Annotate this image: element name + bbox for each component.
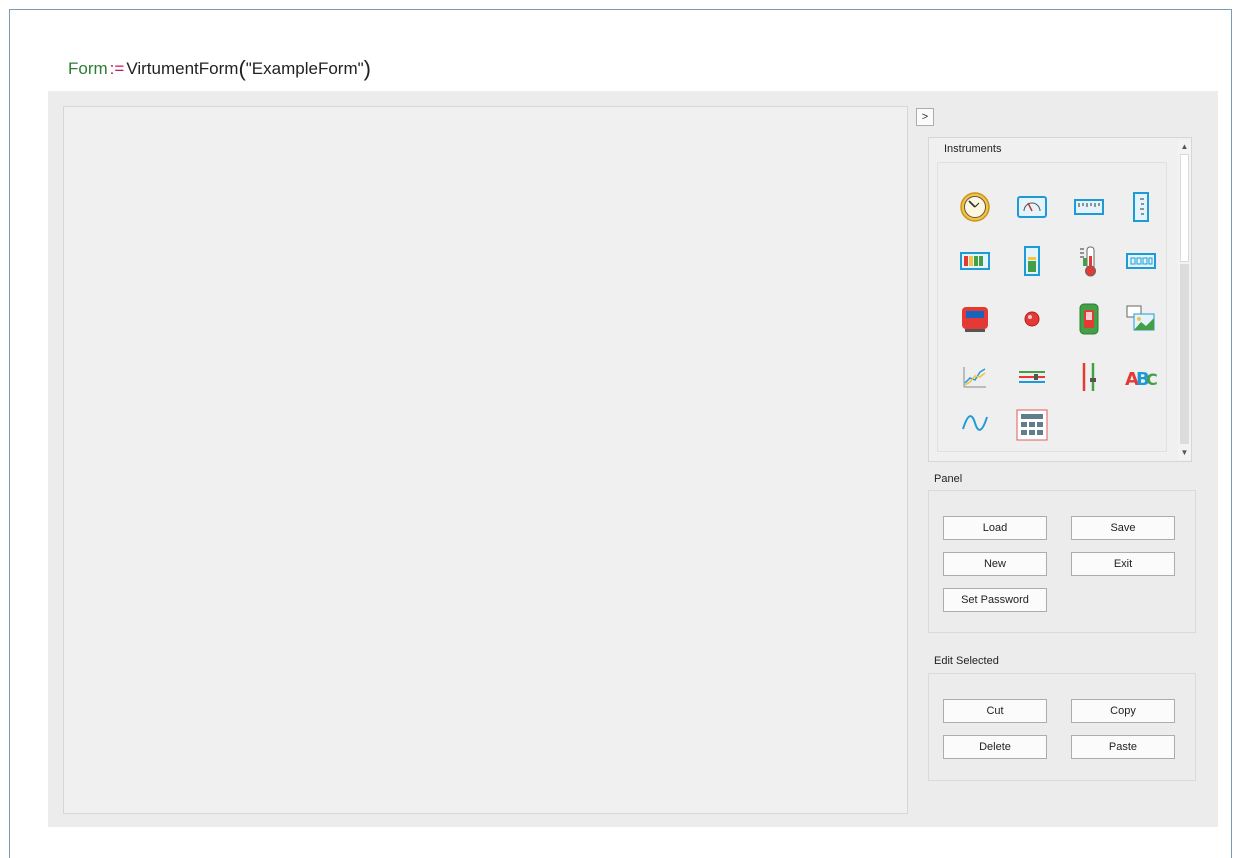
thermometer-icon[interactable] xyxy=(1072,244,1106,278)
table-grid-icon[interactable] xyxy=(1015,408,1049,442)
exit-button[interactable]: Exit xyxy=(1071,552,1175,576)
edit-selected-group-title: Edit Selected xyxy=(934,655,999,667)
code-close-paren: ) xyxy=(363,56,371,81)
digital-display-icon[interactable] xyxy=(1124,244,1158,278)
code-open-paren: ( xyxy=(238,56,246,81)
code-function: VirtumentForm xyxy=(126,59,239,78)
waveform-icon[interactable] xyxy=(958,406,992,440)
svg-text:C: C xyxy=(1146,370,1158,389)
analog-meter-icon[interactable] xyxy=(1015,190,1049,224)
load-button[interactable]: Load xyxy=(943,516,1047,540)
toggle-panel-button[interactable]: > xyxy=(916,108,934,126)
scroll-track xyxy=(1180,264,1189,444)
scroll-up-icon[interactable]: ▲ xyxy=(1178,140,1191,152)
tank-level-icon[interactable] xyxy=(1015,244,1049,278)
panel-group-title: Panel xyxy=(934,473,963,485)
edit-selected-group-box xyxy=(928,673,1196,781)
text-label-icon[interactable]: A B C xyxy=(1124,360,1158,394)
switch-icon[interactable] xyxy=(1072,302,1106,336)
instruments-scrollbar[interactable]: ▲ ▼ xyxy=(1178,140,1191,460)
code-argument: "ExampleForm" xyxy=(245,59,364,78)
chart-icon[interactable] xyxy=(958,360,992,394)
new-button[interactable]: New xyxy=(943,552,1047,576)
form-canvas[interactable] xyxy=(63,106,908,814)
instruments-title: Instruments xyxy=(944,143,1002,155)
scroll-down-icon[interactable]: ▼ xyxy=(1178,446,1191,458)
red-device-icon[interactable] xyxy=(958,302,992,336)
code-variable: Form xyxy=(68,59,108,78)
code-expression: Form := VirtumentForm ( "ExampleForm" ) xyxy=(68,58,371,80)
code-assign-operator: := xyxy=(109,59,125,78)
paste-button[interactable]: Paste xyxy=(1071,735,1175,759)
vertical-scale-icon[interactable] xyxy=(1124,190,1158,224)
vertical-slider-icon[interactable] xyxy=(1072,360,1106,394)
image-icon[interactable] xyxy=(1124,302,1158,336)
horizontal-slider-icon[interactable] xyxy=(1015,360,1049,394)
copy-button[interactable]: Copy xyxy=(1071,699,1175,723)
red-led-icon[interactable] xyxy=(1015,302,1049,336)
scroll-thumb[interactable] xyxy=(1180,154,1189,262)
bar-graph-icon[interactable] xyxy=(958,244,992,278)
linear-scale-icon[interactable] xyxy=(1072,190,1106,224)
save-button[interactable]: Save xyxy=(1071,516,1175,540)
cut-button[interactable]: Cut xyxy=(943,699,1047,723)
clock-gauge-icon[interactable] xyxy=(958,190,992,224)
delete-button[interactable]: Delete xyxy=(943,735,1047,759)
set-password-button[interactable]: Set Password xyxy=(943,588,1047,612)
